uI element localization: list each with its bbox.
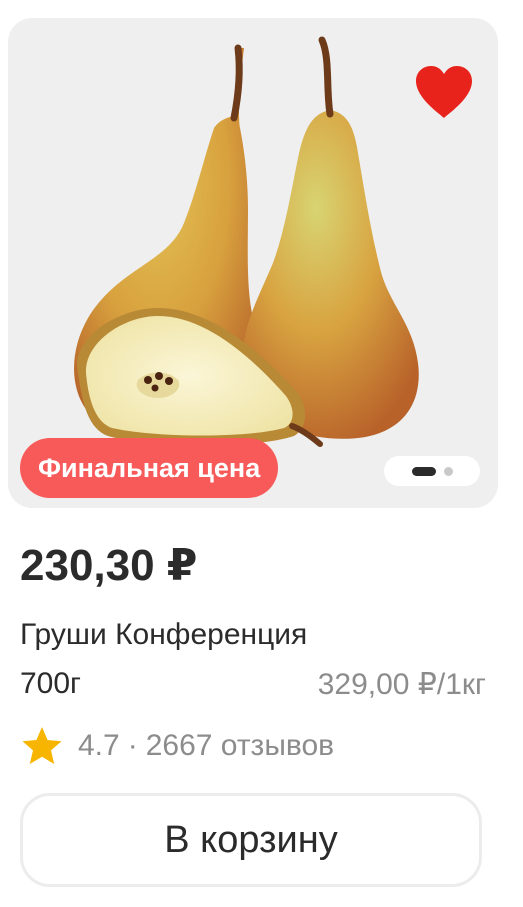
heart-icon <box>416 66 472 118</box>
reviews-count: 2667 отзывов <box>145 729 335 762</box>
carousel-dot-active[interactable] <box>411 466 436 476</box>
final-price-badge: Финальная цена <box>20 438 279 498</box>
product-weight: 700г <box>20 667 81 700</box>
product-price: 230,30 ₽ <box>20 541 198 590</box>
product-rating[interactable]: 4.7 · 2667 отзывов <box>20 726 334 766</box>
add-to-cart-button[interactable]: В корзину <box>20 793 482 887</box>
product-image-container[interactable]: Финальная цена <box>8 18 498 508</box>
image-carousel-indicator[interactable] <box>384 456 480 486</box>
carousel-dot[interactable] <box>443 466 453 476</box>
unit-price: 329,00 ₽/1кг <box>317 668 486 701</box>
star-icon <box>22 727 62 764</box>
rating-value: 4.7 <box>78 729 120 762</box>
rating-separator: · <box>127 729 138 762</box>
favorite-button[interactable] <box>414 64 474 120</box>
product-name[interactable]: Груши Конференция <box>20 618 307 652</box>
